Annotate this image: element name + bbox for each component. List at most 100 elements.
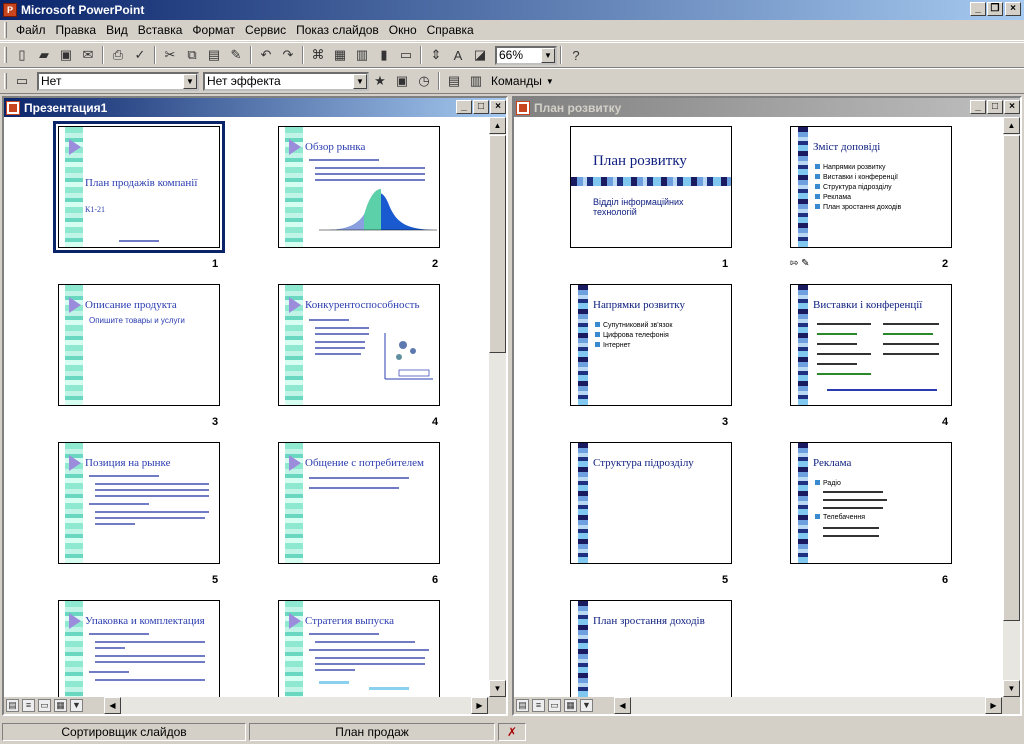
hide-slide-icon[interactable]: ▣ xyxy=(391,70,413,92)
bullet-text xyxy=(315,641,415,643)
outline-view-icon[interactable]: ≡ xyxy=(532,699,545,712)
chevron-down-icon[interactable]: ▼ xyxy=(546,77,554,86)
restore-button[interactable]: ❐ xyxy=(987,2,1003,16)
outline-view-icon[interactable]: ≡ xyxy=(22,699,35,712)
scroll-right-icon[interactable]: ▶ xyxy=(471,697,488,714)
hyperlink-icon[interactable]: ⌘ xyxy=(307,44,329,66)
slide-view-icon[interactable]: ▭ xyxy=(548,699,561,712)
scroll-right-icon[interactable]: ▶ xyxy=(985,697,1002,714)
close-button[interactable]: × xyxy=(1005,2,1021,16)
insert-chart-icon[interactable]: ▮ xyxy=(373,44,395,66)
slide-thumbnail[interactable]: Обзор рынка xyxy=(278,126,440,248)
undo-icon[interactable]: ↶ xyxy=(255,44,277,66)
transition-icon[interactable]: ⇰ ✎ xyxy=(790,258,810,269)
expand-icon[interactable]: ⇕ xyxy=(425,44,447,66)
pane-close-button[interactable]: × xyxy=(490,100,506,114)
save-icon[interactable]: ▣ xyxy=(55,44,77,66)
slide-thumbnail[interactable]: План розвитку Відділ інформаційних техно… xyxy=(570,126,732,248)
slide-sorter-view-icon[interactable]: ▦ xyxy=(54,699,67,712)
slide-thumbnail[interactable]: План зростання доходів xyxy=(570,600,732,697)
redo-icon[interactable]: ↷ xyxy=(277,44,299,66)
open-icon[interactable]: ▰ xyxy=(33,44,55,66)
print-icon[interactable]: ⎙ xyxy=(107,44,129,66)
show-formatting-icon[interactable]: A xyxy=(447,44,469,66)
pane-minimize-button[interactable]: _ xyxy=(970,100,986,114)
slide-transition-icon[interactable]: ▭ xyxy=(11,70,33,92)
transition-select[interactable]: Нет ▼ xyxy=(37,71,199,91)
chevron-down-icon[interactable]: ▼ xyxy=(183,73,197,89)
slide-thumbnail[interactable]: Стратегия выпуска xyxy=(278,600,440,697)
slide-thumbnail[interactable]: План продажів компанії К1-21 xyxy=(53,121,225,253)
pane-maximize-button[interactable]: □ xyxy=(987,100,1003,114)
effect-value: Нет эффекта xyxy=(207,74,281,88)
effect-select[interactable]: Нет эффекта ▼ xyxy=(203,71,369,91)
scroll-down-icon[interactable]: ▼ xyxy=(489,680,506,697)
slide-sorter-view-icon[interactable]: ▦ xyxy=(564,699,577,712)
new-icon[interactable]: ▯ xyxy=(11,44,33,66)
slide-thumbnail[interactable]: Позиция на рынке xyxy=(58,442,220,564)
pane-maximize-button[interactable]: □ xyxy=(473,100,489,114)
slide-thumbnail[interactable]: Виставки і конференції xyxy=(790,284,952,406)
slideshow-icon[interactable]: ▼ xyxy=(580,699,593,712)
copy-icon[interactable]: ⧉ xyxy=(181,44,203,66)
paste-icon[interactable]: ▤ xyxy=(203,44,225,66)
minimize-button[interactable]: _ xyxy=(970,2,986,16)
scroll-down-icon[interactable]: ▼ xyxy=(1003,680,1020,697)
pane-minimize-button[interactable]: _ xyxy=(456,100,472,114)
slide-thumbnail[interactable]: Зміст доповіді Напрямки розвитку Виставк… xyxy=(790,126,952,248)
horizontal-scrollbar[interactable]: ◀ ▶ xyxy=(614,697,1002,714)
vertical-scrollbar[interactable]: ▲ ▼ xyxy=(1003,117,1020,697)
menu-edit[interactable]: Правка xyxy=(51,23,102,37)
menu-window[interactable]: Окно xyxy=(384,23,422,37)
help-icon[interactable]: ? xyxy=(565,44,587,66)
zoom-select[interactable]: 66% ▼ xyxy=(495,45,557,65)
menu-view[interactable]: Вид xyxy=(101,23,133,37)
summary-slide-icon[interactable]: ▤ xyxy=(443,70,465,92)
grayscale-icon[interactable]: ◪ xyxy=(469,44,491,66)
animation-icon[interactable]: ★ xyxy=(369,70,391,92)
tables-icon[interactable]: ▦ xyxy=(329,44,351,66)
slide-view-icon[interactable]: ▭ xyxy=(38,699,51,712)
menu-format[interactable]: Формат xyxy=(187,23,240,37)
speaker-notes-icon[interactable]: ▥ xyxy=(465,70,487,92)
slide-thumbnail[interactable]: Реклама Радіо Телебачення xyxy=(790,442,952,564)
horizontal-scrollbar[interactable]: ◀ ▶ xyxy=(104,697,488,714)
email-icon[interactable]: ✉ xyxy=(77,44,99,66)
format-painter-icon[interactable]: ✎ xyxy=(225,44,247,66)
slide-thumbnail[interactable]: Упаковка и комплектация xyxy=(58,600,220,697)
spelling-icon[interactable]: ✓ xyxy=(129,44,151,66)
menu-tools[interactable]: Сервис xyxy=(240,23,291,37)
pane-close-button[interactable]: × xyxy=(1004,100,1020,114)
new-slide-icon[interactable]: ▭ xyxy=(395,44,417,66)
chevron-down-icon[interactable]: ▼ xyxy=(541,47,555,63)
menu-help[interactable]: Справка xyxy=(422,23,479,37)
scroll-up-icon[interactable]: ▲ xyxy=(1003,117,1020,134)
menu-file[interactable]: Файл xyxy=(11,23,51,37)
commands-menu[interactable]: Команды xyxy=(487,74,546,88)
menu-slideshow[interactable]: Показ слайдов xyxy=(291,23,384,37)
slide-title: Стратегия выпуска xyxy=(305,615,395,627)
slide-thumbnail[interactable]: Напрямки розвитку Супутниковий зв'язок Ц… xyxy=(570,284,732,406)
scroll-thumb[interactable] xyxy=(489,135,506,353)
normal-view-icon[interactable]: ▤ xyxy=(6,699,19,712)
bullet-item: Телебачення xyxy=(815,513,865,523)
scroll-up-icon[interactable]: ▲ xyxy=(489,117,506,134)
spelling-status-icon[interactable]: ✗ xyxy=(498,723,526,741)
status-bar: Сортировщик слайдов План продаж ✗ xyxy=(0,720,1024,744)
normal-view-icon[interactable]: ▤ xyxy=(516,699,529,712)
slide-thumbnail[interactable]: Конкурентоспособность xyxy=(278,284,440,406)
menu-insert[interactable]: Вставка xyxy=(133,23,188,37)
slide-thumbnail[interactable]: Общение с потребителем xyxy=(278,442,440,564)
chevron-down-icon[interactable]: ▼ xyxy=(353,73,367,89)
slide-thumbnail[interactable]: Описание продукта Опишите товары и услуг… xyxy=(58,284,220,406)
vertical-scrollbar[interactable]: ▲ ▼ xyxy=(489,117,506,697)
scroll-left-icon[interactable]: ◀ xyxy=(104,697,121,714)
slide-thumbnail[interactable]: Структура підрозділу xyxy=(570,442,732,564)
scroll-thumb[interactable] xyxy=(1003,135,1020,621)
slideshow-icon[interactable]: ▼ xyxy=(70,699,83,712)
cut-icon[interactable]: ✂ xyxy=(159,44,181,66)
insert-table-icon[interactable]: ▥ xyxy=(351,44,373,66)
scroll-left-icon[interactable]: ◀ xyxy=(614,697,631,714)
bullet-text xyxy=(95,523,135,525)
rehearse-timings-icon[interactable]: ◷ xyxy=(413,70,435,92)
